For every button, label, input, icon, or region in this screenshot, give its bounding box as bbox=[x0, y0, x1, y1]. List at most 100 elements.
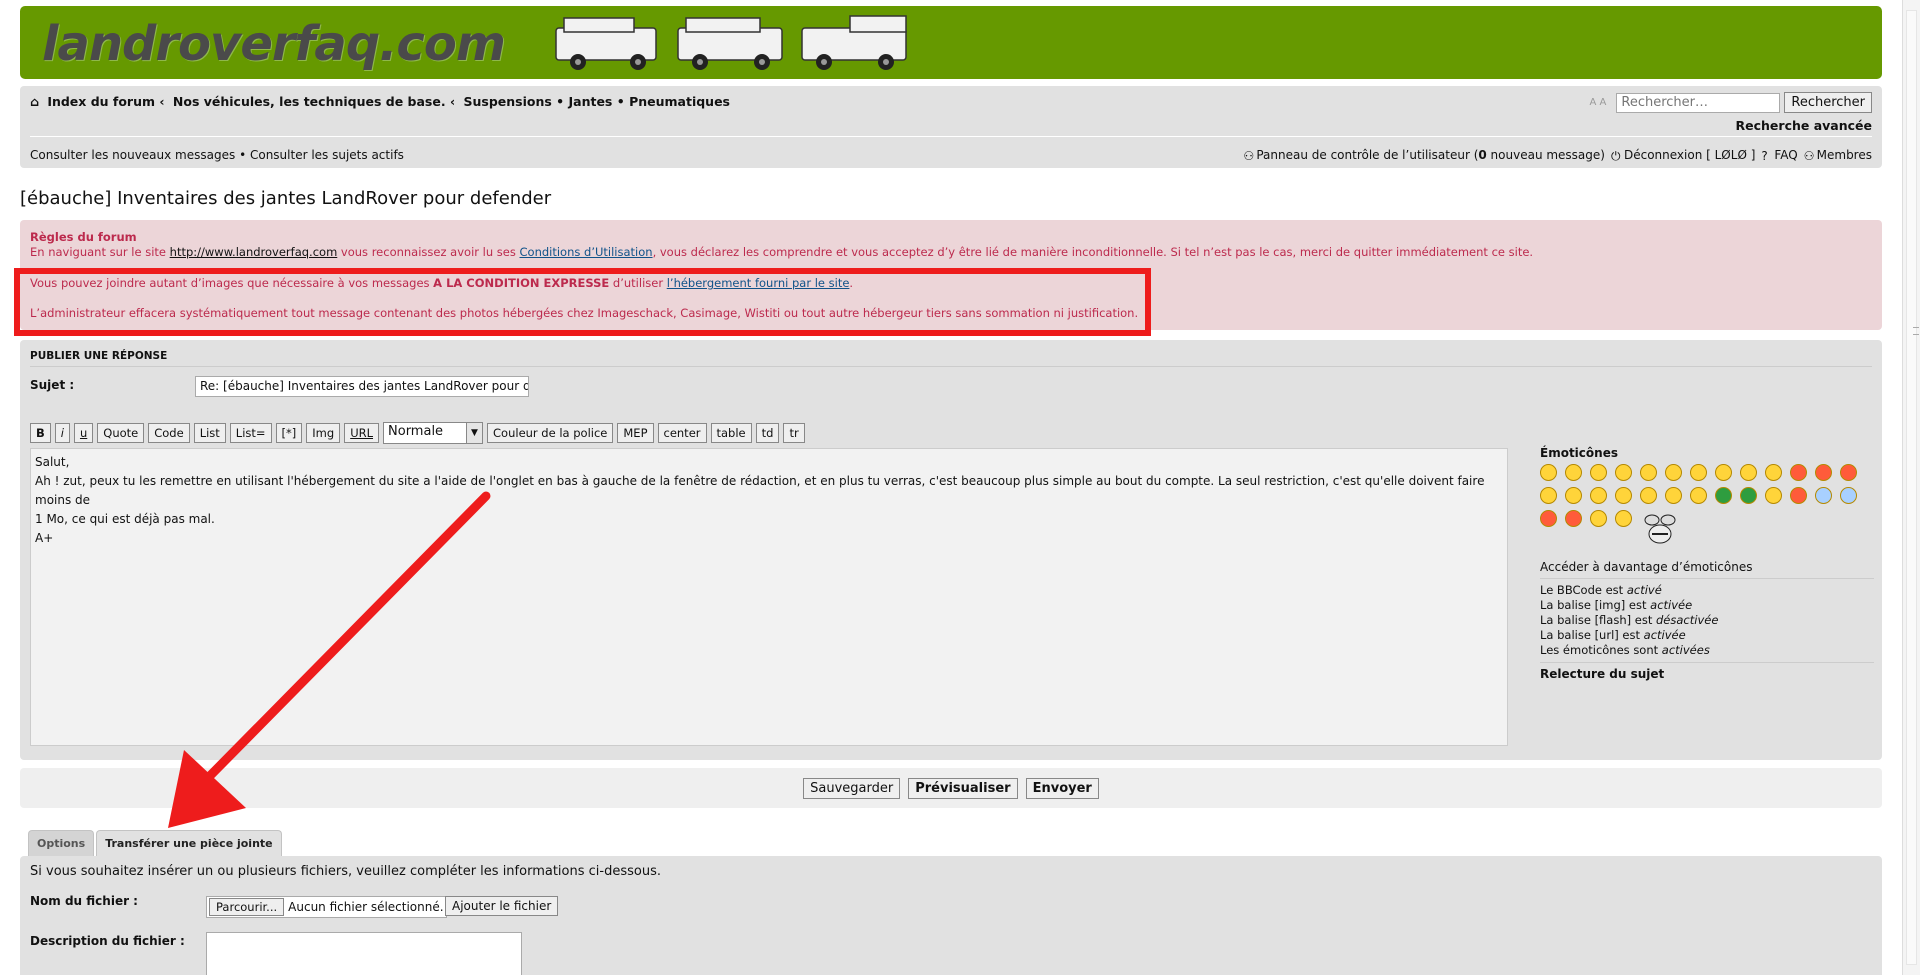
underline-button[interactable]: u bbox=[73, 423, 94, 443]
italic-button[interactable]: i bbox=[54, 423, 70, 443]
smiley-icon[interactable] bbox=[1790, 487, 1807, 504]
topic-title[interactable]: [ébauche] Inventaires des jantes LandRov… bbox=[20, 188, 551, 209]
ucp-link[interactable]: ⚇ Panneau de contrôle de l’utilisateur (0… bbox=[1243, 148, 1605, 163]
annotation-arrow bbox=[168, 491, 491, 828]
chevron-down-icon: ▼ bbox=[466, 423, 483, 443]
img-status: La balise [img] est activée bbox=[1540, 598, 1693, 612]
members-icon: ⚇ bbox=[1803, 149, 1815, 163]
faq-link[interactable]: ? FAQ bbox=[1761, 148, 1797, 163]
file-input[interactable]: Parcourir... Aucun fichier sélectionné. bbox=[206, 896, 447, 918]
more-emoticons-link[interactable]: Accéder à davantage d’émoticônes bbox=[1540, 560, 1874, 574]
file-description-input[interactable] bbox=[206, 932, 522, 975]
smiley-icon[interactable] bbox=[1815, 464, 1832, 481]
smiley-icon[interactable] bbox=[1540, 464, 1557, 481]
smiley-icon[interactable] bbox=[1540, 487, 1557, 504]
smiley-icon[interactable] bbox=[1765, 487, 1782, 504]
search-button[interactable]: Rechercher bbox=[1784, 92, 1872, 113]
smiley-icon[interactable] bbox=[1840, 464, 1857, 481]
smiley-icon[interactable] bbox=[1815, 487, 1832, 504]
smilies-status: Les émoticônes sont activées bbox=[1540, 643, 1710, 657]
bold-button[interactable]: B bbox=[30, 423, 51, 443]
breadcrumb-vehicles[interactable]: Nos véhicules, les techniques de base. bbox=[173, 94, 446, 109]
power-icon: ⏻ bbox=[1610, 149, 1621, 163]
emoticons-grid bbox=[1540, 464, 1860, 552]
smiley-icon[interactable] bbox=[1640, 464, 1657, 481]
center-button[interactable]: center bbox=[657, 423, 707, 443]
quote-button[interactable]: Quote bbox=[97, 423, 145, 443]
tab-options[interactable]: Options bbox=[28, 830, 95, 856]
land-rover-trucks-image bbox=[555, 15, 907, 70]
smiley-icon[interactable] bbox=[1590, 464, 1607, 481]
panel-title: Publier une réponse bbox=[30, 350, 168, 362]
active-topics-link[interactable]: Consulter les sujets actifs bbox=[250, 148, 404, 162]
browse-button[interactable]: Parcourir... bbox=[209, 898, 285, 916]
rules-line-1: En naviguant sur le site http://www.land… bbox=[30, 245, 1534, 259]
no-file-text: Aucun fichier sélectionné. bbox=[288, 900, 444, 914]
code-button[interactable]: Code bbox=[148, 423, 190, 443]
font-size-select[interactable]: Normale ▼ bbox=[383, 422, 484, 444]
logout-link[interactable]: ⏻ Déconnexion [ LØLØ ] bbox=[1610, 148, 1755, 163]
site-logo[interactable]: landroverfaq.com bbox=[42, 16, 506, 72]
topic-review-link[interactable]: Relecture du sujet bbox=[1540, 667, 1874, 681]
quick-links: Consulter les nouveaux messages • Consul… bbox=[30, 148, 404, 162]
smiley-icon[interactable] bbox=[1790, 464, 1807, 481]
search-box: A A Rechercher bbox=[1590, 92, 1872, 113]
flash-status: La balise [flash] est désactivée bbox=[1540, 613, 1719, 627]
smiley-icon[interactable] bbox=[1840, 487, 1857, 504]
smiley-icon[interactable] bbox=[1665, 487, 1682, 504]
navbar: ⌂ Index du forum ‹ Nos véhicules, les te… bbox=[20, 86, 1882, 168]
advanced-search-link[interactable]: Recherche avancée bbox=[1736, 118, 1872, 133]
td-button[interactable]: td bbox=[755, 423, 780, 443]
user-links: ⚇ Panneau de contrôle de l’utilisateur (0… bbox=[1243, 148, 1872, 163]
divider bbox=[30, 366, 1872, 367]
scrollbar-thumb[interactable] bbox=[1906, 10, 1919, 965]
font-size-controls[interactable]: A A bbox=[1590, 97, 1607, 108]
ordered-list-button[interactable]: List= bbox=[229, 423, 272, 443]
img-button[interactable]: Img bbox=[306, 423, 341, 443]
smiley-icon[interactable] bbox=[1615, 464, 1632, 481]
list-item-button[interactable]: [*] bbox=[275, 423, 303, 443]
new-messages-link[interactable]: Consulter les nouveaux messages bbox=[30, 148, 235, 162]
table-button[interactable]: table bbox=[710, 423, 752, 443]
filename-label: Nom du fichier : bbox=[30, 894, 138, 908]
smiley-icon[interactable] bbox=[1565, 510, 1582, 527]
smiley-icon[interactable] bbox=[1615, 487, 1632, 504]
divider bbox=[1540, 662, 1874, 663]
members-link[interactable]: ⚇ Membres bbox=[1803, 148, 1872, 163]
file-description-label: Description du fichier : bbox=[30, 934, 185, 948]
smiley-icon[interactable] bbox=[1540, 510, 1557, 527]
breadcrumb-suspensions[interactable]: Suspensions • Jantes • Pneumatiques bbox=[463, 94, 730, 109]
terms-link[interactable]: Conditions d’Utilisation bbox=[520, 245, 653, 259]
smiley-icon[interactable] bbox=[1740, 487, 1757, 504]
smiley-icon[interactable] bbox=[1565, 464, 1582, 481]
smiley-icon[interactable] bbox=[1715, 487, 1732, 504]
page-scrollbar[interactable] bbox=[1902, 0, 1920, 975]
add-file-button[interactable]: Ajouter le fichier bbox=[445, 896, 559, 916]
smiley-icon[interactable] bbox=[1765, 464, 1782, 481]
smiley-icon[interactable] bbox=[1615, 510, 1632, 527]
url-button[interactable]: URL bbox=[344, 423, 380, 443]
user-icon: ⚇ bbox=[1243, 149, 1255, 163]
font-color-button[interactable]: Couleur de la police bbox=[487, 423, 614, 443]
bee-icon[interactable] bbox=[1640, 510, 1680, 552]
subject-input[interactable]: Re: [ébauche] Inventaires des jantes Lan… bbox=[195, 376, 529, 397]
list-button[interactable]: List bbox=[193, 423, 226, 443]
site-url-link[interactable]: http://www.landroverfaq.com bbox=[170, 245, 338, 259]
smiley-icon[interactable] bbox=[1590, 510, 1607, 527]
smiley-icon[interactable] bbox=[1565, 487, 1582, 504]
smiley-icon[interactable] bbox=[1665, 464, 1682, 481]
preview-button[interactable]: Prévisualiser bbox=[908, 777, 1018, 799]
breadcrumb-index[interactable]: Index du forum bbox=[47, 94, 155, 109]
tr-button[interactable]: tr bbox=[783, 423, 805, 443]
search-input[interactable] bbox=[1616, 92, 1781, 113]
smiley-icon[interactable] bbox=[1715, 464, 1732, 481]
smiley-icon[interactable] bbox=[1690, 464, 1707, 481]
grip-icon bbox=[1913, 327, 1919, 335]
submit-button[interactable]: Envoyer bbox=[1025, 777, 1099, 799]
smiley-icon[interactable] bbox=[1740, 464, 1757, 481]
save-button[interactable]: Sauvegarder bbox=[803, 777, 901, 799]
smiley-icon[interactable] bbox=[1690, 487, 1707, 504]
smiley-icon[interactable] bbox=[1590, 487, 1607, 504]
mep-button[interactable]: MEP bbox=[617, 423, 654, 443]
smiley-icon[interactable] bbox=[1640, 487, 1657, 504]
